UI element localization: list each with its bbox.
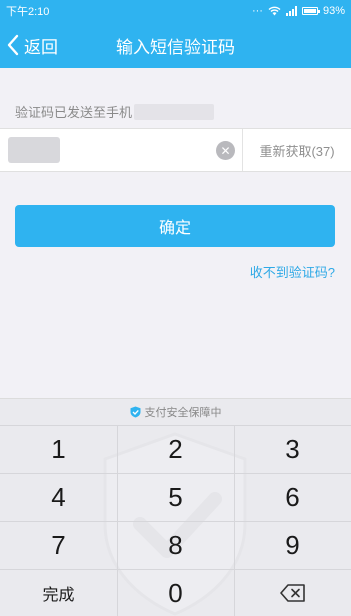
back-label: 返回	[24, 37, 58, 57]
signal-icon	[285, 6, 297, 16]
key-4[interactable]: 4	[0, 473, 117, 521]
key-8[interactable]: 8	[117, 521, 234, 569]
phone-number-mask	[134, 103, 215, 120]
sms-sent-hint: 验证码已发送至手机	[15, 102, 215, 121]
key-3[interactable]: 3	[234, 425, 351, 473]
hint-text: 验证码已发送至手机	[15, 105, 133, 120]
keypad: 1 2 3 4 5 6 7 8 9 完成 0	[0, 425, 351, 616]
code-input[interactable]	[8, 137, 60, 163]
code-input-row: ✕ 重新获取(37)	[0, 128, 351, 172]
done-key[interactable]: 完成	[0, 569, 117, 616]
key-9[interactable]: 9	[234, 521, 351, 569]
battery-percent: 93%	[322, 5, 345, 17]
chevron-left-icon	[7, 34, 19, 56]
key-0[interactable]: 0	[117, 569, 234, 616]
resend-button[interactable]: 重新获取(37)	[243, 129, 351, 171]
secure-keyboard: 支付安全保障中 1 2 3 4 5 6 7 8 9 完成 0	[0, 398, 351, 616]
key-1[interactable]: 1	[0, 425, 117, 473]
battery-icon	[301, 7, 320, 15]
no-code-link[interactable]: 收不到验证码?	[250, 262, 335, 281]
backspace-key[interactable]	[234, 569, 351, 616]
back-button[interactable]: 返回	[6, 22, 58, 68]
dots-icon: ···	[251, 5, 263, 17]
security-banner: 支付安全保障中	[0, 399, 351, 425]
status-icons: ··· 93%	[252, 5, 345, 17]
clear-icon[interactable]: ✕	[216, 141, 235, 160]
title-bar: 输入短信验证码 返回	[0, 22, 351, 68]
status-bar: 下午2:10 ··· 93%	[0, 0, 351, 22]
confirm-button[interactable]: 确定	[15, 205, 335, 247]
key-2[interactable]: 2	[117, 425, 234, 473]
backspace-icon	[279, 584, 305, 602]
security-label: 支付安全保障中	[144, 407, 222, 419]
shield-check-icon	[130, 406, 140, 418]
key-6[interactable]: 6	[234, 473, 351, 521]
status-time: 下午2:10	[6, 6, 50, 18]
key-7[interactable]: 7	[0, 521, 117, 569]
wifi-icon	[268, 6, 281, 16]
key-5[interactable]: 5	[117, 473, 234, 521]
